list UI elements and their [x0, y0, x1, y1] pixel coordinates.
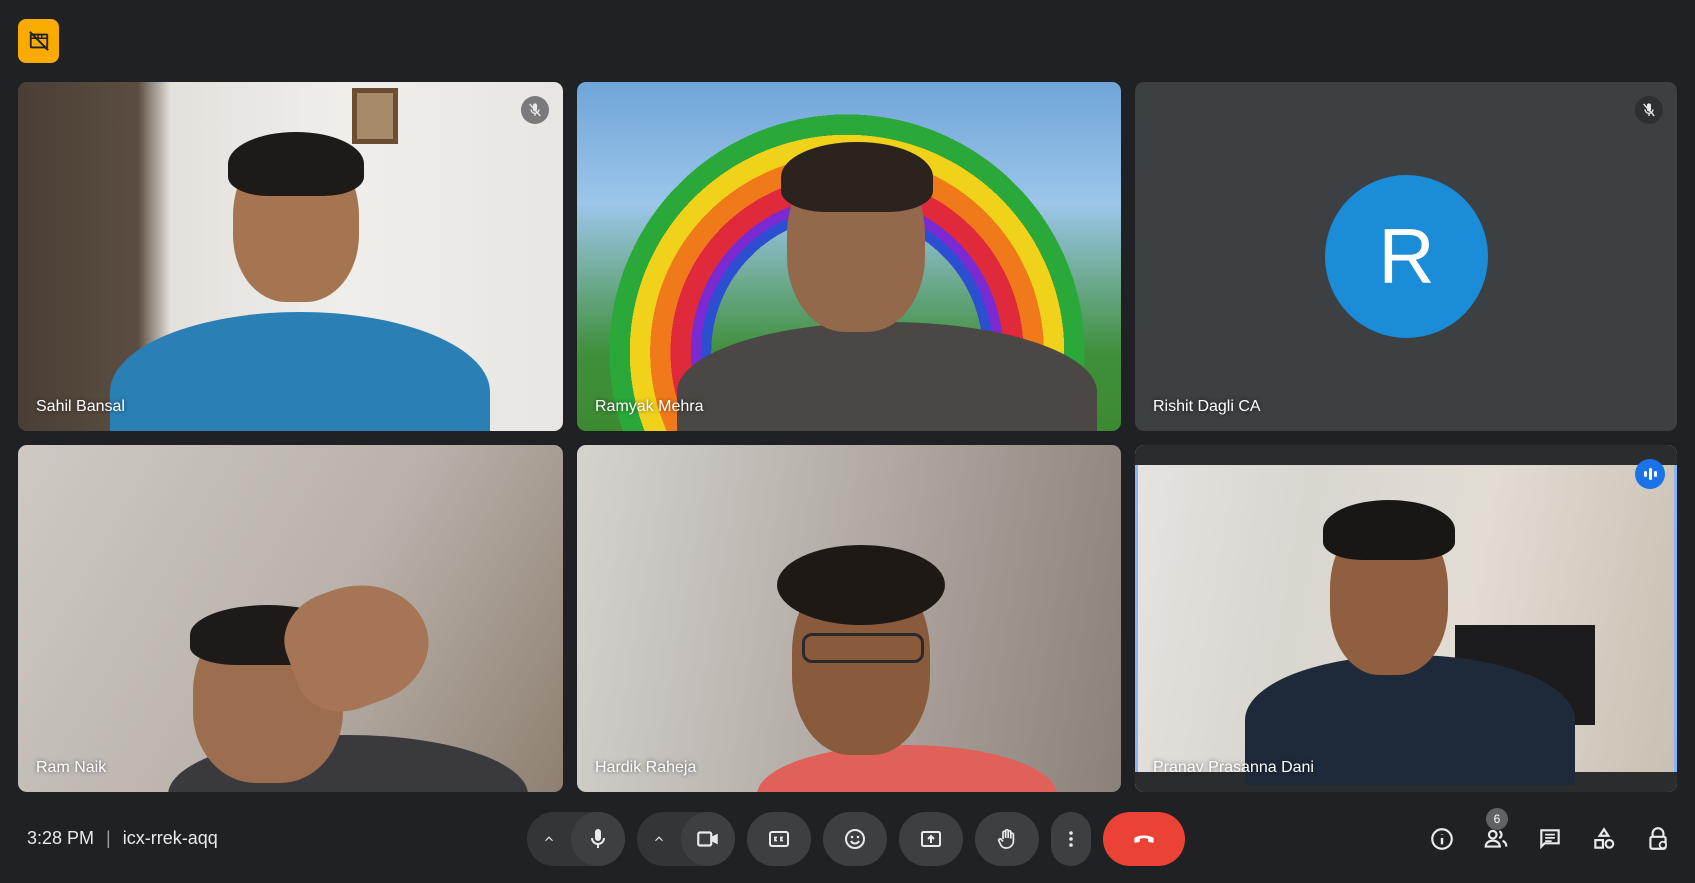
- participant-count-badge: 6: [1486, 808, 1508, 830]
- participant-name: Hardik Raheja: [595, 759, 697, 776]
- meeting-details: 3:28 PM | icx-rrek-aqq: [27, 828, 218, 849]
- more-vert-icon: [1069, 831, 1073, 847]
- present-screen-button[interactable]: [899, 812, 963, 866]
- speaking-indicator-icon: [1635, 459, 1665, 489]
- participant-tile[interactable]: Ramyak Mehra: [577, 82, 1121, 431]
- emoji-icon: [845, 829, 865, 849]
- call-controls: [527, 812, 1197, 866]
- participant-name: Ram Naik: [36, 759, 107, 776]
- participant-tile[interactable]: Ram Naik: [18, 445, 563, 792]
- participant-name: Sahil Bansal: [36, 398, 125, 415]
- mic-off-icon: [1635, 96, 1663, 124]
- divider: |: [106, 828, 111, 848]
- microphone-icon: [591, 829, 605, 848]
- raise-hand-button[interactable]: [975, 812, 1039, 866]
- participant-tile[interactable]: R Rishit Dagli CA: [1135, 82, 1677, 431]
- meeting-details-button[interactable]: [1415, 812, 1469, 866]
- participant-tile[interactable]: Pranav Prasanna Dani: [1135, 445, 1677, 792]
- emoji-button[interactable]: [823, 812, 887, 866]
- host-controls-icon: [1649, 827, 1667, 850]
- more-options-button[interactable]: [1051, 812, 1091, 866]
- captions-button[interactable]: [747, 812, 811, 866]
- avatar: R: [1325, 175, 1488, 338]
- video-control-group: [637, 812, 735, 866]
- meeting-tools: 6: [1415, 808, 1685, 866]
- present-screen-icon: [921, 831, 941, 847]
- info-icon: [1431, 828, 1453, 850]
- meeting-code: icx-rrek-aqq: [122, 828, 218, 848]
- microphone-button[interactable]: [571, 812, 625, 866]
- meeting-time: 3:28 PM: [27, 828, 95, 848]
- participant-tile[interactable]: Sahil Bansal: [18, 82, 563, 431]
- chevron-up-icon[interactable]: [637, 812, 681, 866]
- chevron-up-icon[interactable]: [527, 812, 571, 866]
- recording-badge[interactable]: [18, 19, 59, 63]
- video-feed: [18, 445, 563, 792]
- mic-off-icon: [521, 96, 549, 124]
- chat-icon: [1540, 829, 1560, 850]
- participant-tile[interactable]: Hardik Raheja: [577, 445, 1121, 792]
- end-call-icon: [1134, 835, 1154, 843]
- video-feed: [18, 82, 563, 431]
- captions-icon: [769, 831, 789, 847]
- camera-button[interactable]: [681, 812, 735, 866]
- participant-name: Rishit Dagli CA: [1153, 398, 1261, 415]
- end-call-button[interactable]: [1103, 812, 1185, 866]
- activities-button[interactable]: [1577, 812, 1631, 866]
- camera-icon: [697, 831, 718, 847]
- host-controls-button[interactable]: [1631, 812, 1685, 866]
- chat-button[interactable]: [1523, 812, 1577, 866]
- video-feed: [577, 445, 1121, 792]
- people-button[interactable]: 6: [1469, 808, 1523, 866]
- activities-icon: [1594, 827, 1615, 849]
- recording-off-icon: [28, 31, 49, 51]
- participant-name: Pranav Prasanna Dani: [1153, 759, 1314, 776]
- raise-hand-icon: [997, 828, 1015, 849]
- audio-control-group: [527, 812, 625, 866]
- participant-name: Ramyak Mehra: [595, 398, 704, 415]
- video-grid: Sahil Bansal Ramyak Mehra R Rishit Dagli…: [18, 82, 1677, 792]
- video-feed: [577, 82, 1121, 431]
- bottom-bar: 3:28 PM | icx-rrek-aqq 6: [0, 800, 1695, 883]
- video-feed: [1135, 445, 1677, 792]
